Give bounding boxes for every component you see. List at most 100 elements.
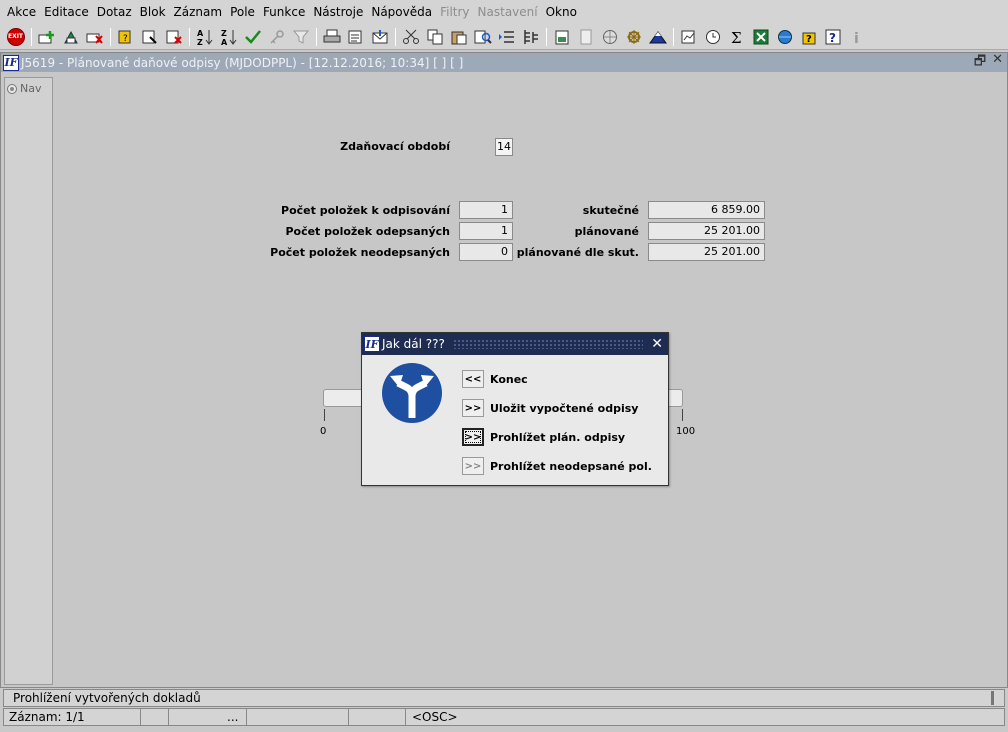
browse-undepreciated-button: >> (462, 457, 484, 475)
dialog-title: Jak dál ??? (382, 337, 445, 351)
print-icon[interactable] (320, 26, 343, 48)
app-logo-icon: IF (3, 54, 19, 71)
svg-text:Z: Z (221, 29, 227, 38)
mode-indicator: <OSC> (412, 710, 458, 724)
svg-text:i: i (854, 31, 859, 45)
progress-tick-end (682, 409, 683, 421)
paste-icon[interactable] (447, 26, 470, 48)
mail-icon[interactable] (368, 26, 391, 48)
document-icon[interactable] (550, 26, 573, 48)
sort-desc-icon[interactable]: ZA (217, 26, 240, 48)
items-depreciated-field[interactable]: 1 (459, 222, 513, 240)
query-execute-icon[interactable] (138, 26, 161, 48)
clock-icon[interactable] (701, 26, 724, 48)
delete-record-icon[interactable] (83, 26, 106, 48)
cut-icon[interactable] (399, 26, 422, 48)
items-not-depreciated-label: Počet položek neodepsaných (270, 246, 450, 259)
menu-pole[interactable]: Pole (226, 0, 259, 24)
browse-undepreciated-label: Prohlížet neodepsané pol. (490, 460, 652, 473)
print-preview-icon[interactable] (344, 26, 367, 48)
info-globe-icon[interactable] (773, 26, 796, 48)
toolbar-separator (546, 27, 547, 46)
globe-icon[interactable] (598, 26, 621, 48)
mountain-icon[interactable] (646, 26, 669, 48)
dialog-close-icon[interactable]: ✕ (651, 336, 668, 352)
items-to-depreciate-field[interactable]: 1 (459, 201, 513, 219)
svg-text:Σ: Σ (731, 29, 742, 45)
nav-tab[interactable]: Nav (7, 82, 41, 95)
copy-record-icon[interactable] (59, 26, 82, 48)
status-segment-empty (141, 709, 169, 725)
status-segment-empty (349, 709, 406, 725)
query-enter-icon[interactable]: ? (114, 26, 137, 48)
svg-text:?: ? (123, 34, 128, 44)
list-icon[interactable] (495, 26, 518, 48)
help-context-icon[interactable]: ? (797, 26, 820, 48)
svg-text:?: ? (829, 31, 836, 45)
next-step-dialog: IF Jak dál ??? ✕ << Konec >> Uložit vypo… (361, 332, 669, 486)
menu-blok[interactable]: Blok (136, 0, 170, 24)
menu-zaznam[interactable]: Záznam (170, 0, 227, 24)
menu-dotaz[interactable]: Dotaz (93, 0, 136, 24)
exit-button[interactable]: EXIT (4, 26, 27, 48)
progress-tick-start (324, 409, 325, 421)
end-label: Konec (490, 373, 528, 386)
tree-icon[interactable] (519, 26, 542, 48)
sum-icon[interactable]: Σ (725, 26, 748, 48)
svg-text:?: ? (806, 34, 812, 45)
menu-filtry: Filtry (440, 5, 470, 19)
title-bar-grip (452, 339, 644, 349)
menu-napoveda[interactable]: Nápověda (367, 0, 436, 24)
copy-icon[interactable] (423, 26, 446, 48)
help-icon[interactable]: ? (821, 26, 844, 48)
actual-field[interactable]: 6 859.00 (648, 201, 765, 219)
excel-icon[interactable] (749, 26, 772, 48)
planned-actual-label: plánované dle skut. (516, 246, 639, 259)
form-window-title-bar[interactable]: IF J5619 - Plánované daňové odpisy (MJDO… (1, 52, 1007, 74)
check-icon[interactable] (241, 26, 264, 48)
status-message: Prohlížení vytvořených dokladů (13, 691, 201, 705)
sort-asc-icon[interactable]: AZ (193, 26, 216, 48)
browse-planned-button[interactable]: >> (462, 428, 484, 446)
menu-akce[interactable]: Akce (3, 0, 40, 24)
menu-editace[interactable]: Editace (40, 0, 93, 24)
end-button[interactable]: << (462, 370, 484, 388)
chart-icon[interactable] (677, 26, 700, 48)
planned-label: plánované (574, 225, 639, 238)
browse-planned-label: Prohlížet plán. odpisy (490, 431, 626, 444)
insert-record-icon[interactable] (35, 26, 58, 48)
planned-actual-field[interactable]: 25 201.00 (648, 243, 765, 261)
save-depreciation-button[interactable]: >> (462, 399, 484, 417)
record-counter: Záznam: 1/1 (4, 709, 141, 725)
exit-icon: EXIT (6, 27, 25, 46)
menu-nastaveni: Nastavení (477, 5, 538, 19)
menu-funkce[interactable]: Funkce (259, 0, 309, 24)
app-logo-icon: IF (364, 336, 380, 352)
search-icon[interactable] (471, 26, 494, 48)
restore-icon[interactable]: 🗗 (974, 52, 986, 74)
toolbar-separator (395, 27, 396, 46)
window-controls: 🗗 ✕ (974, 52, 1007, 74)
wheel-icon[interactable] (622, 26, 645, 48)
planned-field[interactable]: 25 201.00 (648, 222, 765, 240)
menu-okno[interactable]: Okno (542, 0, 581, 24)
dialog-title-bar[interactable]: IF Jak dál ??? ✕ (362, 333, 668, 355)
query-cancel-icon[interactable] (162, 26, 185, 48)
progress-max-label: 100 (676, 426, 696, 437)
menu-nastroje[interactable]: Nástroje (309, 0, 367, 24)
period-field[interactable]: 14 (495, 138, 513, 156)
status-info-bar: Záznam: 1/1 ... <OSC> (3, 708, 1005, 726)
status-message-bar: Prohlížení vytvořených dokladů (3, 689, 1005, 707)
form-window-title: J5619 - Plánované daňové odpisy (MJDODPP… (21, 55, 464, 70)
direction-sign-icon (382, 363, 442, 423)
toolbar-separator (110, 27, 111, 46)
save-depreciation-label: Uložit vypočtené odpisy (490, 402, 639, 415)
toolbar-separator (189, 27, 190, 46)
svg-text:A: A (197, 29, 204, 38)
period-label: Zdaňovací období (340, 140, 450, 153)
status-segment-empty (247, 709, 349, 725)
close-window-icon[interactable]: ✕ (992, 52, 1003, 74)
svg-text:Z: Z (197, 38, 203, 46)
items-depreciated-label: Počet položek odepsaných (285, 225, 450, 238)
status-divider (991, 691, 994, 705)
